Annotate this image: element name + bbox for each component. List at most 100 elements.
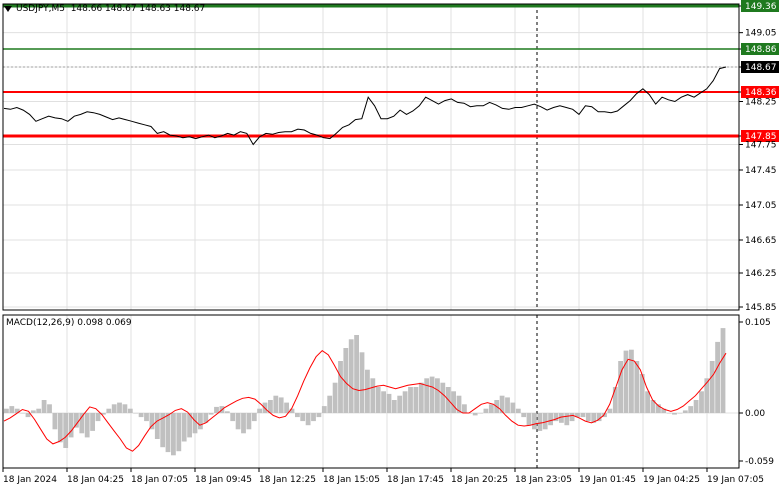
macd-bar	[278, 397, 284, 413]
y-tick-label: 148.67	[745, 63, 777, 73]
macd-bar	[375, 387, 381, 413]
x-tick-label: 18 Jan 17:45	[387, 475, 444, 485]
dropdown-triangle-icon[interactable]	[4, 5, 12, 12]
x-tick-label: 18 Jan 07:05	[131, 475, 188, 485]
macd-bar	[612, 387, 618, 413]
macd-bar	[365, 369, 370, 413]
macd-bar	[79, 413, 85, 434]
macd-bar	[84, 413, 90, 438]
macd-bar	[478, 413, 483, 414]
macd-bar	[580, 413, 586, 418]
macd-bar	[418, 382, 424, 413]
macd-bar	[338, 361, 343, 413]
macd-bar	[677, 413, 683, 414]
macd-label: MACD(12,26,9)	[6, 318, 75, 328]
macd-bar	[645, 391, 650, 413]
y-tick-label: 147.45	[745, 166, 777, 176]
y-tick-label: 147.05	[745, 201, 777, 211]
macd-bar	[47, 404, 52, 413]
x-tick-label: 18 Jan 04:25	[67, 475, 124, 485]
macd-bar	[359, 352, 365, 413]
macd-panel	[3, 328, 727, 456]
macd-bar	[138, 413, 144, 418]
macd-bar	[693, 400, 699, 413]
macd-bar	[397, 395, 403, 413]
macd-bar	[672, 413, 677, 415]
macd-bar	[90, 413, 95, 431]
macd-bar	[316, 413, 322, 418]
macd-bar	[526, 413, 532, 426]
macd-bar	[251, 413, 257, 422]
macd-bar	[192, 413, 198, 434]
macd-bar	[144, 413, 149, 422]
macd-bar	[720, 328, 726, 413]
macd-bar	[348, 339, 354, 413]
macd-bar	[95, 413, 101, 422]
macd-bar	[127, 408, 133, 413]
macd-bar	[241, 413, 246, 434]
macd-bar	[704, 378, 710, 413]
macd-bar	[354, 335, 359, 413]
macd-bar	[311, 413, 316, 422]
macd-bar	[424, 378, 430, 413]
macd-bar	[198, 413, 203, 430]
macd-bar	[532, 413, 537, 430]
macd-bar	[715, 341, 720, 413]
y-tick-label: 149.05	[745, 29, 777, 39]
macd-bar	[122, 404, 128, 413]
macd-y-tick-label: -0.059	[745, 457, 774, 467]
x-tick-label: 19 Jan 07:05	[707, 475, 764, 485]
macd-bar	[305, 413, 311, 426]
macd-bar	[332, 382, 338, 413]
macd-bar	[569, 413, 575, 422]
macd-bar	[117, 402, 122, 413]
macd-bar	[4, 408, 9, 413]
y-tick-label: 146.25	[745, 269, 777, 279]
x-tick-label: 18 Jan 20:25	[451, 475, 508, 485]
y-tick-label: 148.25	[745, 97, 777, 107]
macd-bar	[106, 408, 112, 413]
macd-bar	[429, 376, 435, 413]
macd-bar	[381, 391, 386, 413]
macd-bar	[564, 413, 570, 426]
macd-bar	[537, 413, 543, 431]
macd-bar	[472, 413, 478, 416]
x-tick-label: 19 Jan 01:45	[579, 475, 636, 485]
macd-bar	[451, 391, 456, 413]
macd-bar	[171, 413, 176, 456]
chart-header: USDJPY,M5 148.66 148.67 148.63 148.67	[4, 4, 205, 14]
macd-bar	[74, 413, 79, 428]
macd-bar	[666, 413, 672, 414]
macd-bar	[214, 406, 219, 413]
macd-bar	[284, 402, 289, 413]
macd-bar	[41, 400, 47, 413]
macd-bar	[499, 395, 505, 413]
macd-bar	[607, 408, 613, 413]
macd-bar	[629, 349, 634, 413]
macd-y-tick-label: 0.105	[745, 318, 771, 328]
x-tick-label: 19 Jan 04:25	[643, 475, 700, 485]
macd-bar	[111, 404, 117, 413]
macd-bar	[435, 378, 440, 413]
y-tick-label: 145.85	[745, 303, 777, 313]
macd-bar	[440, 382, 446, 413]
macd-bar	[709, 361, 715, 413]
ohlc-values: 148.66 148.67 148.63 148.67	[70, 4, 206, 14]
trading-chart[interactable]: 149.36149.05148.86148.67148.36148.25147.…	[0, 0, 781, 489]
macd-bar	[9, 406, 15, 413]
macd-bar	[488, 404, 494, 413]
macd-header: MACD(12,26,9) 0.098 0.069	[6, 318, 132, 328]
macd-y-tick-label: 0.00	[745, 409, 765, 419]
macd-bar	[257, 408, 262, 413]
macd-bar	[52, 413, 58, 430]
y-tick-label: 146.65	[745, 236, 777, 246]
y-tick-label: 149.36	[745, 2, 777, 12]
macd-bar	[300, 413, 306, 422]
symbol-label: USDJPY,M5	[16, 4, 65, 14]
macd-bar	[483, 408, 489, 413]
macd-bar	[515, 408, 521, 413]
macd-bar	[408, 387, 413, 413]
macd-bar	[181, 413, 187, 442]
macd-bar	[321, 406, 327, 413]
macd-bar	[688, 406, 694, 413]
